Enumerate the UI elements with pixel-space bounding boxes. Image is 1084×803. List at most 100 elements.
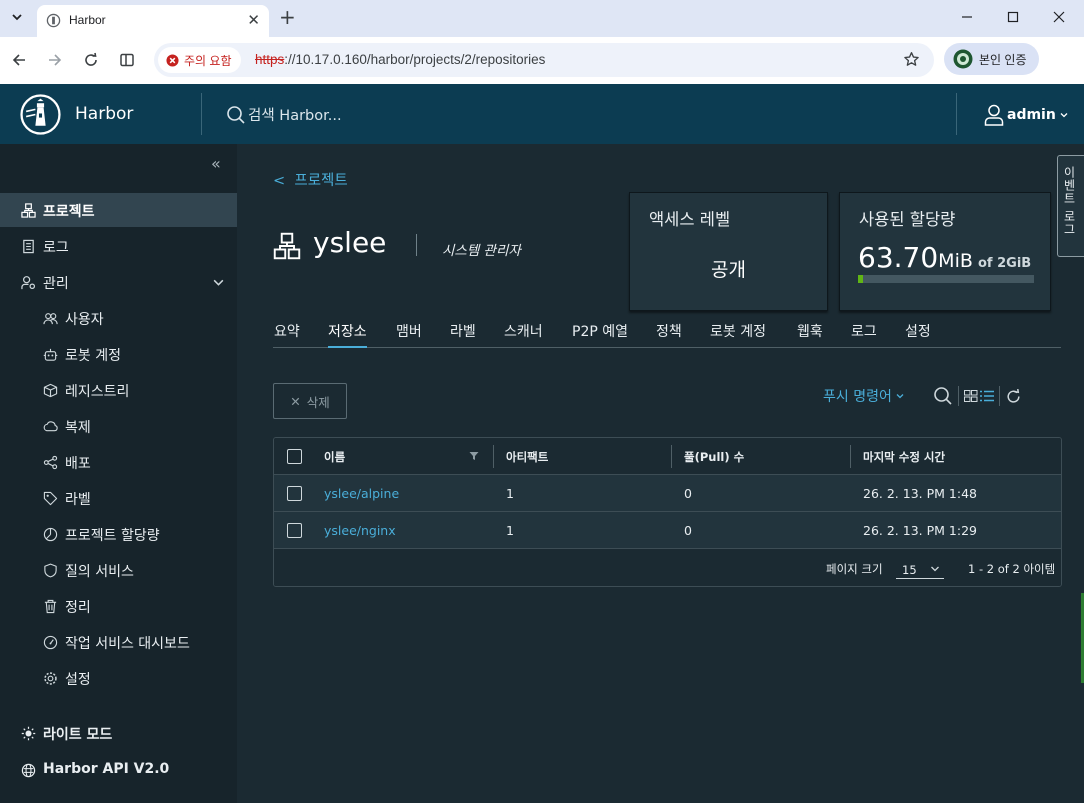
list-view-icon[interactable] (980, 390, 994, 402)
browser-tab[interactable]: Harbor ✕ (37, 5, 269, 37)
interrogation-icon (43, 563, 58, 578)
projects-icon (21, 203, 36, 218)
sidebar-item-label: 라벨 (65, 492, 91, 508)
tab-webhooks[interactable]: 웹훅 (797, 321, 823, 348)
repository-link[interactable]: yslee/alpine (324, 486, 399, 501)
breadcrumb[interactable]: < 프로젝트 (273, 169, 348, 190)
window-close-icon[interactable] (1046, 5, 1072, 29)
user-icon (984, 104, 1004, 126)
sidebar-item-label: 프로젝트 할당량 (65, 528, 160, 544)
row-checkbox[interactable] (287, 486, 302, 501)
back-icon[interactable] (8, 49, 30, 71)
registry-icon (43, 383, 58, 398)
tab-members[interactable]: 맴버 (396, 321, 422, 348)
sidebar-item-projects[interactable]: 프로젝트 (0, 193, 237, 227)
maximize-icon[interactable] (1000, 5, 1026, 29)
tool-divider (958, 386, 959, 406)
select-all-checkbox[interactable] (287, 449, 302, 464)
global-search[interactable]: 검색 Harbor... (226, 104, 342, 125)
sidebar-item-label: 프로젝트 (43, 204, 95, 220)
project-name: yslee (313, 226, 387, 259)
light-mode-toggle[interactable]: 라이트 모드 (0, 716, 237, 750)
filter-icon[interactable] (469, 451, 479, 461)
access-level-title: 액세스 레벨 (649, 210, 731, 229)
harbor-api-link[interactable]: Harbor API V2.0 (0, 753, 237, 787)
delete-button[interactable]: ✕ 삭제 (273, 383, 347, 419)
tab-robot-accounts[interactable]: 로봇 계정 (710, 321, 766, 348)
collapse-sidebar-icon[interactable]: « (211, 154, 221, 173)
user-menu[interactable]: admin (984, 104, 1069, 126)
minimize-icon[interactable] (954, 5, 980, 29)
forward-icon[interactable] (44, 49, 66, 71)
row-checkbox[interactable] (287, 523, 302, 538)
close-tab-icon[interactable]: ✕ (247, 11, 260, 29)
tab-labels[interactable]: 라벨 (450, 321, 476, 348)
sidebar-item-logs[interactable]: 로그 (0, 229, 237, 263)
replication-icon (43, 419, 58, 434)
sidebar-item-registries[interactable]: 레지스트리 (0, 373, 237, 407)
sidebar-item-interrogation-services[interactable]: 질의 서비스 (0, 553, 237, 587)
card-view-icon[interactable] (964, 390, 978, 402)
tab-logs[interactable]: 로그 (851, 321, 877, 348)
refresh-icon[interactable] (1005, 388, 1022, 405)
security-warning-chip[interactable]: 주의 요함 (158, 47, 241, 73)
sidebar-item-admin[interactable]: 관리 (0, 265, 237, 299)
split-view-icon[interactable] (116, 49, 138, 71)
pull-count: 0 (684, 523, 692, 538)
api-icon (21, 763, 36, 778)
column-header-pulls[interactable]: 풀(Pull) 수 (684, 449, 744, 465)
repository-link[interactable]: yslee/nginx (324, 523, 396, 538)
sidebar-item-distributions[interactable]: 배포 (0, 445, 237, 479)
tool-divider (999, 386, 1000, 406)
title-divider (416, 234, 417, 256)
pull-count: 0 (684, 486, 692, 501)
sidebar-item-settings[interactable]: 설정 (0, 661, 237, 695)
quota-progress-fill (858, 275, 864, 283)
quota-card: 사용된 할당량 63.70MiB of 2GiB (839, 192, 1051, 311)
settings-icon (43, 671, 58, 686)
table-row[interactable]: yslee/nginx 1 0 26. 2. 13. PM 1:29 (274, 512, 1061, 549)
tab-summary[interactable]: 요약 (274, 321, 300, 348)
breadcrumb-projects[interactable]: 프로젝트 (294, 173, 347, 189)
tab-policy[interactable]: 정책 (656, 321, 682, 348)
repository-table: 이름 아티팩트 풀(Pull) 수 마지막 수정 시간 yslee/alpine… (273, 437, 1062, 587)
event-log-tab[interactable]: 이벤트 로그 (1057, 155, 1084, 257)
bookmark-star-icon[interactable] (903, 51, 920, 68)
table-footer: 페이지 크기 15 1 - 2 of 2 아이템 (274, 549, 1061, 586)
reload-icon[interactable] (80, 49, 102, 71)
profile-button[interactable]: 본인 인증 (944, 43, 1039, 75)
sidebar-item-job-service-dashboard[interactable]: 작업 서비스 대시보드 (0, 625, 237, 659)
page-size-select[interactable]: 15 (896, 559, 944, 579)
column-header-artifacts[interactable]: 아티팩트 (506, 449, 548, 465)
app-title[interactable]: Harbor (75, 104, 133, 124)
new-tab-icon[interactable]: + (279, 5, 296, 29)
distribution-icon (43, 455, 58, 470)
light-mode-label: 라이트 모드 (43, 727, 113, 743)
column-header-name[interactable]: 이름 (324, 449, 345, 465)
last-modified: 26. 2. 13. PM 1:48 (863, 486, 977, 501)
sidebar-item-clean-up[interactable]: 정리 (0, 589, 237, 623)
column-header-last-modified[interactable]: 마지막 수정 시간 (863, 449, 945, 465)
tab-p2p-preheat[interactable]: P2P 예열 (572, 321, 628, 348)
search-input[interactable]: 검색 Harbor... (248, 104, 342, 125)
tab-search-chevron-icon[interactable] (6, 6, 28, 28)
push-command-dropdown[interactable]: 푸시 명령어 (823, 386, 905, 406)
sidebar-item-replications[interactable]: 복제 (0, 409, 237, 443)
sidebar-item-labels[interactable]: 라벨 (0, 481, 237, 515)
table-row[interactable]: yslee/alpine 1 0 26. 2. 13. PM 1:48 (274, 475, 1061, 512)
search-icon[interactable] (933, 386, 953, 406)
sidebar-item-label: 설정 (65, 672, 91, 688)
url-text[interactable]: https://10.17.0.160/harbor/projects/2/re… (255, 52, 545, 67)
sidebar-item-users[interactable]: 사용자 (0, 301, 237, 335)
tab-scanner[interactable]: 스캐너 (504, 321, 543, 348)
sidebar-item-robot-accounts[interactable]: 로봇 계정 (0, 337, 237, 371)
item-count: 1 - 2 of 2 아이템 (968, 562, 1056, 576)
delete-label: 삭제 (306, 394, 330, 410)
harbor-logo-icon[interactable] (20, 94, 61, 135)
tab-configuration[interactable]: 설정 (905, 321, 931, 348)
sidebar-item-project-quotas[interactable]: 프로젝트 할당량 (0, 517, 237, 551)
tab-repositories[interactable]: 저장소 (328, 321, 367, 348)
column-divider (671, 445, 672, 468)
header-divider (956, 93, 957, 135)
address-bar[interactable]: 주의 요함 https://10.17.0.160/harbor/project… (154, 43, 934, 77)
